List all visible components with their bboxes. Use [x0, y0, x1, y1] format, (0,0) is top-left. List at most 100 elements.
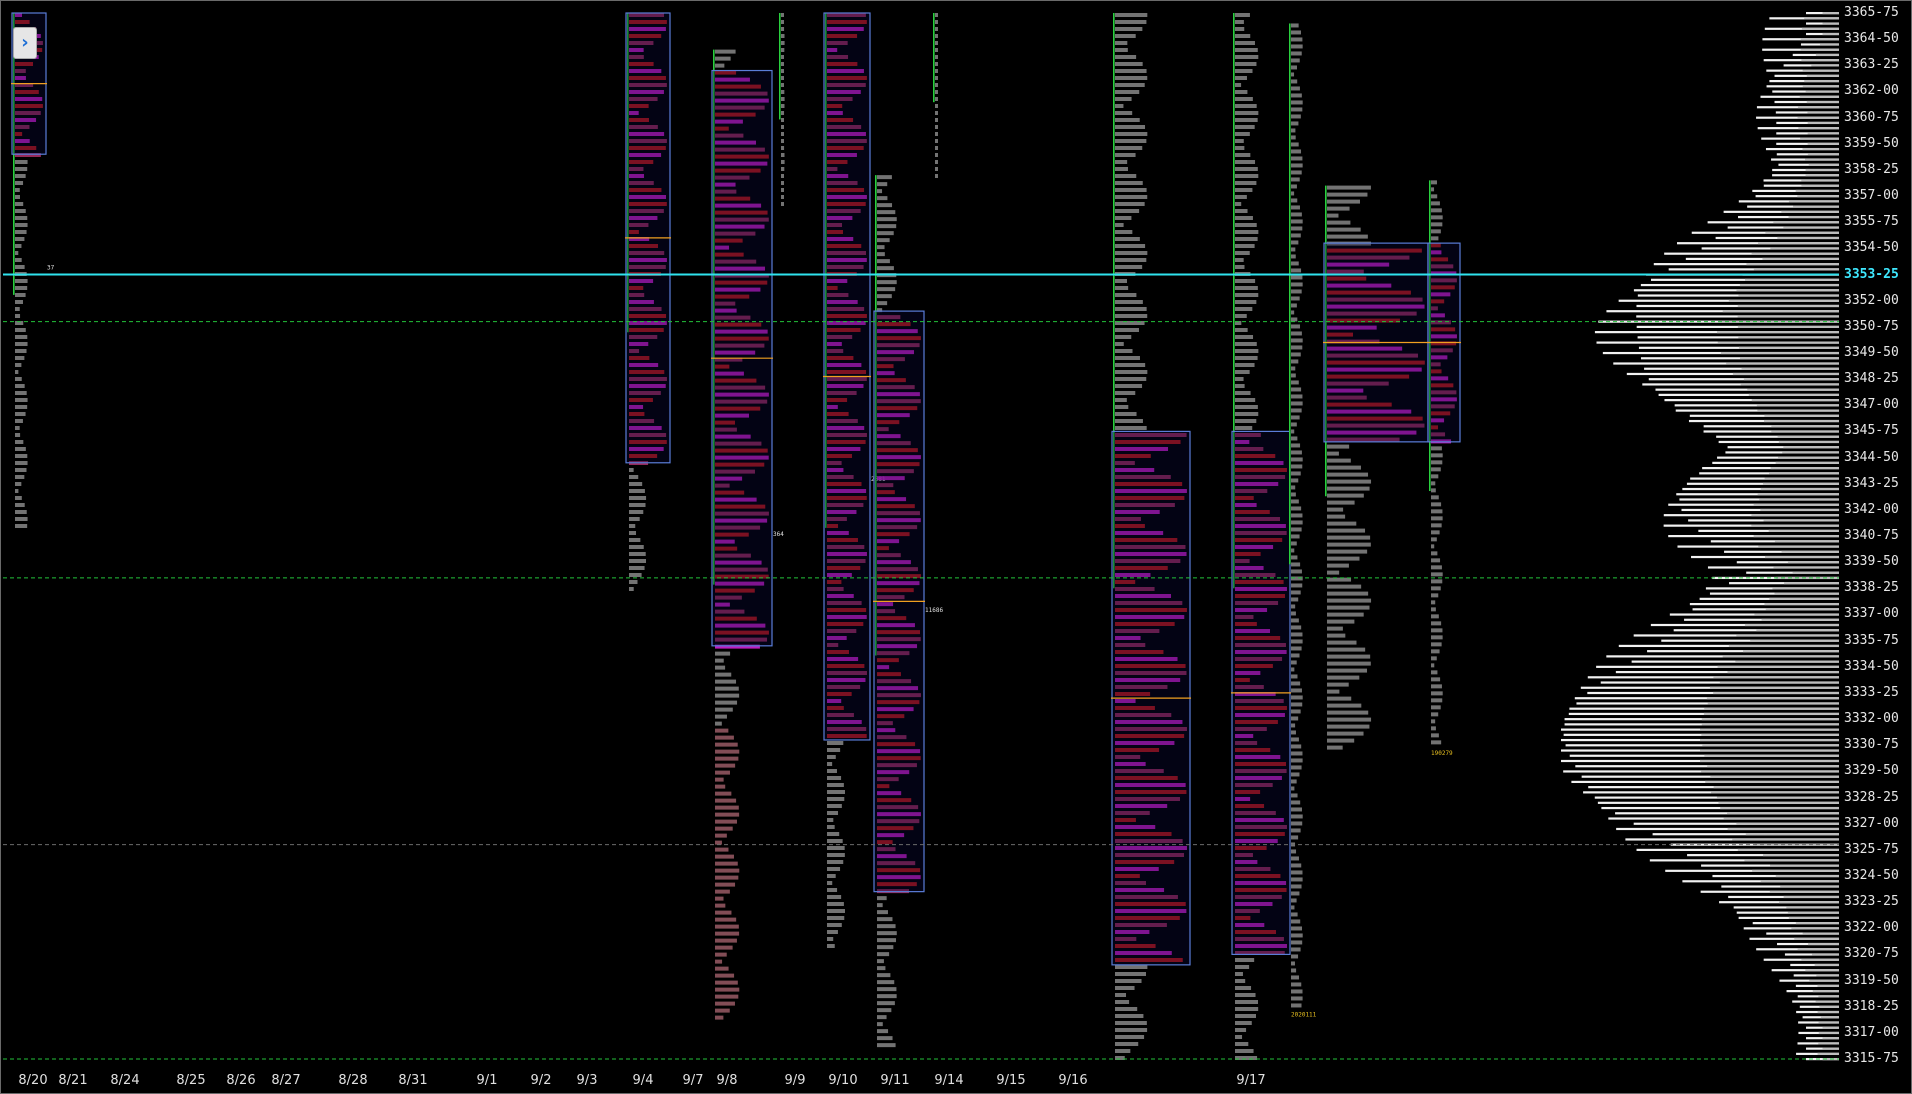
price-tick-label: 3329-50: [1844, 763, 1899, 779]
market-profile-chart[interactable]: 373642681116862020111190279: [3, 3, 1839, 1067]
tpo-row: [15, 286, 28, 290]
collapse-panel-button[interactable]: ›: [13, 27, 37, 59]
tpo-row: [15, 195, 20, 199]
tpo-row: [1291, 527, 1302, 532]
tpo-row: [1291, 44, 1303, 49]
plot-area[interactable]: 373642681116862020111190279: [3, 3, 1839, 1067]
profile-volume-label: 2020111: [1291, 1012, 1317, 1019]
tpo-row: [781, 132, 784, 136]
tpo-row: [1235, 363, 1255, 367]
date-tick-label: 9/8: [716, 1073, 738, 1088]
tpo-row: [1235, 965, 1250, 969]
tpo-row: [715, 833, 727, 838]
tpo-row: [15, 216, 28, 220]
tpo-row: [1235, 139, 1244, 143]
volume-bar-inner: [1737, 325, 1839, 328]
volume-bar-inner: [1700, 759, 1839, 763]
tpo-row: [1431, 572, 1443, 577]
tpo-row: [1291, 240, 1299, 245]
tpo-row: [827, 888, 838, 892]
tpo-row: [1291, 772, 1300, 777]
date-tick-label: 8/24: [110, 1073, 140, 1088]
tpo-row: [1115, 160, 1128, 164]
volume-bar-inner: [1736, 822, 1839, 825]
tpo-row: [1291, 954, 1299, 959]
volume-bar-inner: [1722, 655, 1839, 658]
tpo-row: [1291, 863, 1302, 868]
tpo-row: [15, 489, 19, 493]
tpo-row: [1431, 600, 1436, 605]
tpo-row: [1431, 719, 1436, 724]
tpo-row: [715, 735, 734, 740]
tpo-row: [715, 651, 731, 656]
volume-bar-inner: [1732, 838, 1839, 841]
tpo-row: [1431, 194, 1438, 199]
volume-bar-inner: [1745, 833, 1839, 836]
tpo-row: [1235, 223, 1257, 227]
tpo-row: [781, 20, 784, 24]
tpo-row: [1291, 499, 1299, 504]
tpo-row: [1291, 688, 1302, 693]
tpo-row: [1291, 135, 1296, 140]
tpo-row: [1327, 535, 1371, 540]
tpo-row: [827, 930, 838, 934]
tpo-row: [827, 874, 836, 878]
tpo-row: [1327, 682, 1349, 687]
tpo-row: [1115, 391, 1136, 395]
tpo-row: [629, 552, 646, 556]
tpo-row: [1291, 163, 1303, 168]
tpo-row: [827, 769, 837, 773]
price-tick-label: 3348-25: [1844, 371, 1899, 387]
price-tick-label: 3338-25: [1844, 580, 1899, 596]
tpo-row: [715, 742, 738, 747]
tpo-row: [781, 181, 784, 185]
tpo-row: [1291, 541, 1297, 546]
price-tick-label: 3343-25: [1844, 475, 1899, 491]
tpo-row: [935, 76, 938, 80]
date-tick-label: 8/25: [176, 1073, 206, 1088]
tpo-row: [1327, 668, 1368, 673]
volume-bar-inner: [1701, 770, 1839, 773]
tpo-row: [629, 587, 634, 591]
tpo-row: [715, 798, 737, 803]
tpo-row: [629, 517, 640, 521]
tpo-row: [1235, 405, 1258, 409]
tpo-row: [1115, 1042, 1139, 1046]
volume-bar-inner: [1760, 487, 1839, 491]
date-tick-label: 8/21: [58, 1073, 88, 1088]
tpo-row: [715, 693, 740, 698]
tpo-row: [15, 237, 25, 241]
tpo-row: [1431, 635, 1443, 640]
date-axis[interactable]: 8/20 8/21 8/24 8/25 8/26 8/27 8/28 8/31 9/1 9/2 9/…: [3, 1067, 1839, 1093]
price-axis[interactable]: 3365-75 3364-50 3363-25 3362-00 3360-75 3359-…: [1839, 3, 1911, 1067]
tpo-row: [1291, 289, 1302, 294]
tpo-row: [1115, 300, 1143, 304]
tpo-row: [1431, 663, 1435, 668]
tpo-row: [1291, 856, 1299, 861]
tpo-row: [1327, 654, 1371, 659]
tpo-row: [1235, 972, 1243, 976]
tpo-row: [1291, 828, 1301, 833]
tpo-row: [877, 210, 896, 215]
volume-bar-inner: [1751, 399, 1839, 402]
tpo-row: [715, 1001, 735, 1006]
tpo-row: [1291, 184, 1297, 189]
tpo-row: [781, 153, 785, 157]
tpo-row: [1291, 352, 1301, 357]
tpo-row: [935, 167, 938, 171]
tpo-row: [1235, 146, 1245, 150]
tpo-row: [1327, 675, 1360, 680]
tpo-row: [1291, 310, 1295, 315]
volume-bar-inner: [1713, 691, 1839, 695]
tpo-row: [935, 111, 938, 115]
tpo-row: [1291, 709, 1301, 714]
tpo-row: [715, 945, 733, 950]
tpo-row: [1235, 237, 1258, 241]
volume-bar-inner: [1703, 712, 1839, 716]
volume-bar-inner: [1765, 555, 1839, 559]
volume-bar-inner: [1722, 310, 1839, 313]
tpo-row: [1431, 565, 1442, 570]
tpo-row: [877, 259, 890, 264]
tpo-row: [1327, 591, 1369, 596]
tpo-row: [1431, 677, 1441, 682]
